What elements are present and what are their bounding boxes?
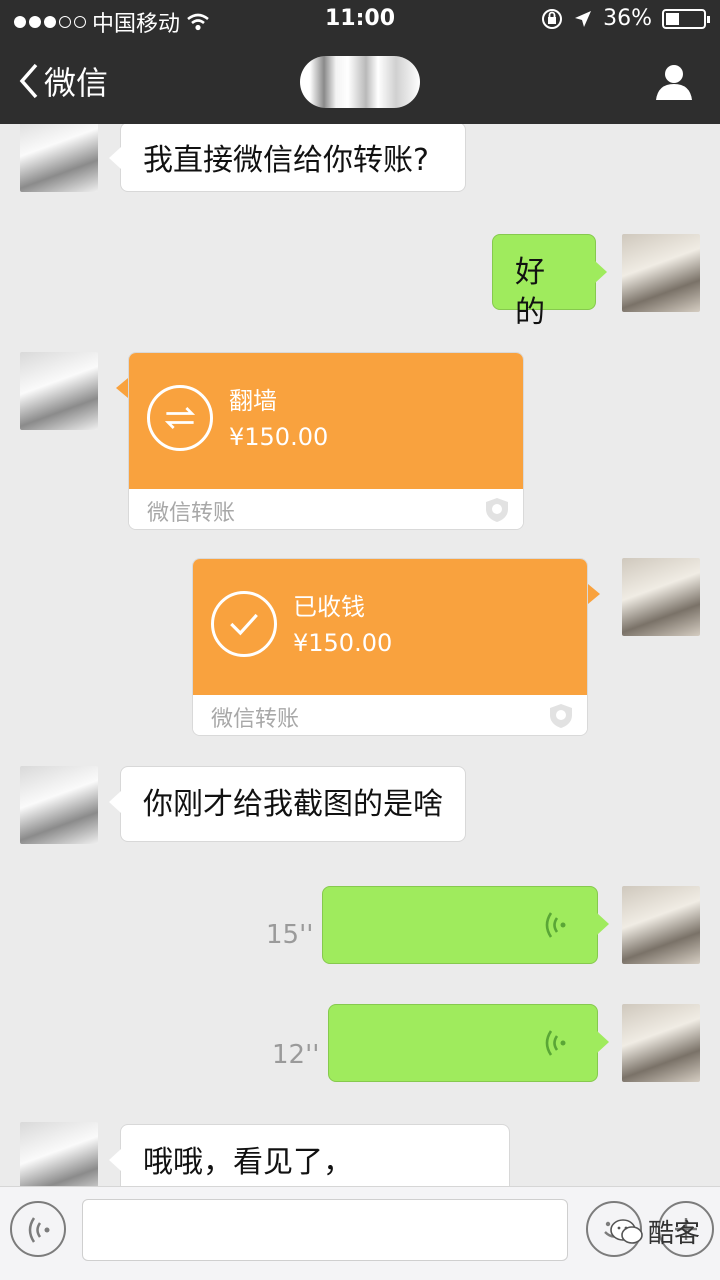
battery-icon bbox=[662, 8, 710, 29]
location-arrow-icon bbox=[575, 10, 592, 27]
voice-message[interactable] bbox=[328, 1004, 609, 1082]
battery-percent: 36% bbox=[603, 6, 652, 31]
blurred-chat-title bbox=[300, 56, 420, 108]
voice-input-button[interactable] bbox=[10, 1201, 66, 1257]
transfer-arrows-icon bbox=[147, 385, 213, 451]
voice-message[interactable] bbox=[322, 886, 609, 964]
transfer-amount: ¥150.00 bbox=[229, 423, 329, 451]
chat-area[interactable]: 我直接微信给你转账? 好的 翻墙 ¥150.00 微信转账 已收钱 ¥150.0… bbox=[0, 124, 720, 1186]
bubble-tail bbox=[116, 378, 128, 398]
transfer-card[interactable]: 已收钱 ¥150.00 微信转账 bbox=[192, 558, 588, 736]
voice-wave-icon bbox=[545, 912, 566, 938]
transfer-card-body: 已收钱 ¥150.00 bbox=[193, 559, 587, 695]
message-text: 我直接微信给你转账? bbox=[143, 143, 429, 178]
wechat-logo-icon bbox=[610, 1218, 643, 1244]
transfer-footer-label: 微信转账 bbox=[211, 707, 300, 732]
contact-avatar[interactable] bbox=[20, 352, 98, 430]
bubble-tail bbox=[588, 584, 600, 604]
own-avatar[interactable] bbox=[622, 1004, 700, 1082]
rotation-lock-icon bbox=[542, 8, 563, 29]
voice-icon bbox=[28, 1217, 50, 1243]
voice-duration: 12'' bbox=[272, 1040, 320, 1070]
transfer-card-footer: 微信转账 bbox=[129, 489, 523, 529]
message-bubble[interactable]: 哦哦，看见了，Facebook bbox=[109, 1124, 510, 1186]
message-input[interactable] bbox=[82, 1199, 568, 1261]
checkmark-icon bbox=[211, 591, 277, 657]
transfer-footer-label: 微信转账 bbox=[147, 501, 236, 526]
message-bubble[interactable]: 好的 bbox=[492, 234, 607, 330]
message-text: 好的 bbox=[515, 255, 545, 330]
contact-avatar[interactable] bbox=[20, 1122, 98, 1186]
transfer-amount: ¥150.00 bbox=[293, 629, 393, 657]
back-label: 微信 bbox=[44, 64, 109, 102]
contact-avatar[interactable] bbox=[20, 766, 98, 844]
message-bubble[interactable]: 我直接微信给你转账? bbox=[109, 124, 466, 192]
own-avatar[interactable] bbox=[622, 234, 700, 312]
own-avatar[interactable] bbox=[622, 558, 700, 636]
status-right: 36% bbox=[541, 6, 710, 31]
transfer-title: 翻墙 bbox=[229, 387, 277, 415]
nav-bar: 微信 bbox=[0, 40, 720, 124]
own-avatar[interactable] bbox=[622, 886, 700, 964]
transfer-title: 已收钱 bbox=[293, 593, 365, 621]
input-bar: 酷客 bbox=[0, 1186, 720, 1280]
transfer-card-footer: 微信转账 bbox=[193, 695, 587, 735]
watermark: 酷客 bbox=[610, 1213, 700, 1250]
message-text: 你刚才给我截图的是啥 bbox=[143, 787, 443, 822]
voice-wave-icon bbox=[545, 1030, 566, 1056]
contact-profile-icon[interactable] bbox=[654, 62, 694, 102]
back-button[interactable]: 微信 bbox=[18, 58, 108, 104]
message-bubble[interactable]: 你刚才给我截图的是啥 bbox=[109, 766, 466, 842]
shield-icon bbox=[486, 498, 508, 522]
watermark-text: 酷客 bbox=[648, 1219, 701, 1249]
voice-duration: 15'' bbox=[266, 920, 314, 950]
shield-icon bbox=[550, 704, 572, 728]
status-bar: 中国移动 11:00 36% bbox=[0, 0, 720, 40]
message-text: 哦哦，看见了，Facebook bbox=[143, 1145, 353, 1186]
transfer-card-body: 翻墙 ¥150.00 bbox=[129, 353, 523, 489]
transfer-card[interactable]: 翻墙 ¥150.00 微信转账 bbox=[128, 352, 524, 530]
contact-avatar[interactable] bbox=[20, 124, 98, 192]
chevron-left-icon bbox=[19, 63, 38, 99]
